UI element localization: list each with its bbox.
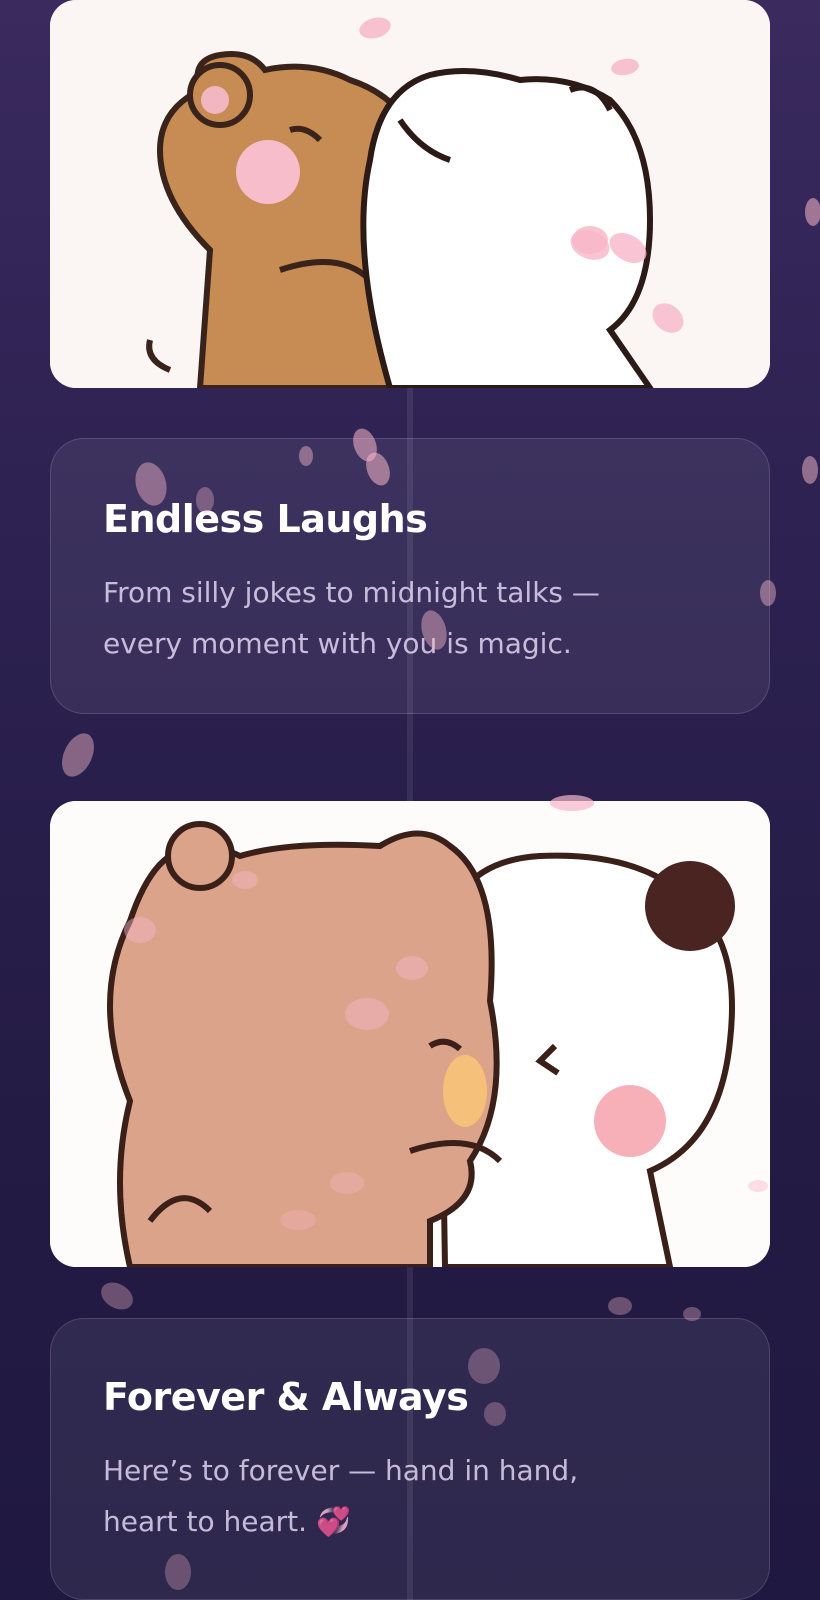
teddy-hug-illustration — [50, 0, 770, 388]
timeline-card-2: Forever & Always Here’s to forever — han… — [50, 1318, 770, 1600]
bear-panda-kiss-illustration — [50, 801, 770, 1267]
petal-icon — [608, 1297, 632, 1315]
card-title: Forever & Always — [103, 1375, 469, 1419]
timeline-photo-2 — [50, 801, 770, 1267]
timeline-photo-1 — [50, 0, 770, 388]
petal-icon — [62, 733, 94, 777]
petal-icon — [101, 1282, 133, 1310]
petal-icon — [802, 456, 818, 484]
card-text-line-2: every moment with you is magic. — [103, 627, 572, 660]
card-text-line-2: heart to heart. 💞 — [103, 1505, 351, 1538]
petal-icon — [805, 198, 820, 226]
timeline-card-1: Endless Laughs From silly jokes to midni… — [50, 438, 770, 714]
card-text-line-1: From silly jokes to midnight talks — — [103, 576, 600, 609]
card-title: Endless Laughs — [103, 497, 428, 541]
card-text-line-1: Here’s to forever — hand in hand, — [103, 1454, 579, 1487]
